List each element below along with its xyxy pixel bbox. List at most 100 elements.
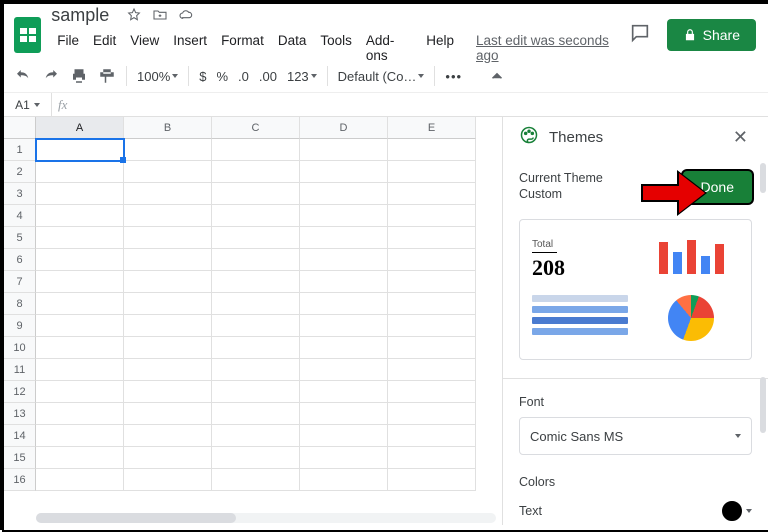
cell[interactable] [300, 381, 388, 403]
cell[interactable] [36, 161, 124, 183]
row-header[interactable]: 1 [4, 139, 36, 161]
row-header[interactable]: 6 [4, 249, 36, 271]
cell[interactable] [124, 381, 212, 403]
close-icon[interactable]: ✕ [729, 123, 752, 152]
cell[interactable] [36, 183, 124, 205]
row-header[interactable]: 8 [4, 293, 36, 315]
row-header[interactable]: 10 [4, 337, 36, 359]
menu-edit[interactable]: Edit [87, 30, 122, 66]
cell[interactable] [124, 227, 212, 249]
number-format-dropdown[interactable]: 123 [287, 69, 317, 84]
cell[interactable] [36, 139, 124, 161]
cell[interactable] [388, 139, 476, 161]
cell[interactable] [388, 271, 476, 293]
currency-icon[interactable]: $ [199, 69, 206, 84]
row-header[interactable]: 15 [4, 447, 36, 469]
row-header[interactable]: 14 [4, 425, 36, 447]
cell[interactable] [300, 227, 388, 249]
cell[interactable] [300, 293, 388, 315]
menu-data[interactable]: Data [272, 30, 313, 66]
cell[interactable] [124, 425, 212, 447]
cell[interactable] [388, 425, 476, 447]
row-header[interactable]: 11 [4, 359, 36, 381]
collapse-toolbar-icon[interactable] [488, 67, 506, 85]
column-header[interactable]: B [124, 117, 212, 139]
cell[interactable] [388, 205, 476, 227]
column-header[interactable]: D [300, 117, 388, 139]
menu-view[interactable]: View [124, 30, 165, 66]
cell[interactable] [36, 205, 124, 227]
cell[interactable] [388, 293, 476, 315]
cell[interactable] [124, 183, 212, 205]
cell[interactable] [124, 359, 212, 381]
cell[interactable] [300, 447, 388, 469]
decrease-decimal-icon[interactable]: .0 [238, 69, 249, 84]
last-edit-link[interactable]: Last edit was seconds ago [470, 30, 629, 66]
row-header[interactable]: 12 [4, 381, 36, 403]
cell[interactable] [124, 469, 212, 491]
row-header[interactable]: 13 [4, 403, 36, 425]
toolbar-more-icon[interactable]: ••• [445, 69, 462, 84]
cell[interactable] [36, 337, 124, 359]
menu-addons[interactable]: Add-ons [360, 30, 418, 66]
menu-tools[interactable]: Tools [314, 30, 358, 66]
cell[interactable] [300, 205, 388, 227]
cell[interactable] [124, 315, 212, 337]
cell[interactable] [36, 469, 124, 491]
doc-title[interactable]: sample [51, 5, 109, 26]
name-box[interactable]: A1 [4, 93, 52, 116]
cell[interactable] [36, 227, 124, 249]
row-header[interactable]: 7 [4, 271, 36, 293]
star-icon[interactable] [126, 7, 142, 23]
cell[interactable] [300, 425, 388, 447]
cell[interactable] [388, 469, 476, 491]
zoom-dropdown[interactable]: 100% [137, 69, 178, 84]
comments-icon[interactable] [629, 22, 651, 49]
cell[interactable] [300, 315, 388, 337]
cell[interactable] [212, 315, 300, 337]
cell[interactable] [36, 293, 124, 315]
cell[interactable] [300, 161, 388, 183]
row-header[interactable]: 9 [4, 315, 36, 337]
row-header[interactable]: 2 [4, 161, 36, 183]
move-folder-icon[interactable] [152, 7, 168, 23]
column-header[interactable]: E [388, 117, 476, 139]
cell[interactable] [212, 337, 300, 359]
cell[interactable] [124, 205, 212, 227]
cell[interactable] [212, 403, 300, 425]
cell[interactable] [212, 139, 300, 161]
cell[interactable] [300, 403, 388, 425]
menu-help[interactable]: Help [420, 30, 460, 66]
theme-font-dropdown[interactable]: Comic Sans MS [519, 417, 752, 455]
theme-preview-card[interactable]: Total 208 [519, 219, 752, 360]
cell[interactable] [212, 271, 300, 293]
cell[interactable] [388, 227, 476, 249]
row-header[interactable]: 3 [4, 183, 36, 205]
sheets-logo-icon[interactable] [14, 17, 41, 53]
cell[interactable] [300, 469, 388, 491]
cell[interactable] [212, 425, 300, 447]
panel-scrollbar[interactable] [760, 377, 766, 433]
cell[interactable] [36, 381, 124, 403]
row-header[interactable]: 5 [4, 227, 36, 249]
cell[interactable] [212, 227, 300, 249]
cell[interactable] [212, 183, 300, 205]
cell[interactable] [388, 161, 476, 183]
panel-scrollbar[interactable] [760, 163, 766, 193]
cell[interactable] [212, 161, 300, 183]
cell[interactable] [124, 161, 212, 183]
undo-icon[interactable] [14, 67, 32, 85]
cell[interactable] [36, 425, 124, 447]
share-button[interactable]: Share [667, 19, 756, 51]
cell[interactable] [124, 337, 212, 359]
row-header[interactable]: 16 [4, 469, 36, 491]
column-header[interactable]: C [212, 117, 300, 139]
cell[interactable] [212, 205, 300, 227]
menu-file[interactable]: File [51, 30, 85, 66]
cell[interactable] [212, 469, 300, 491]
menu-insert[interactable]: Insert [167, 30, 213, 66]
font-dropdown[interactable]: Default (Co… [338, 69, 425, 84]
cloud-status-icon[interactable] [178, 7, 194, 23]
cell[interactable] [388, 315, 476, 337]
cell[interactable] [36, 315, 124, 337]
